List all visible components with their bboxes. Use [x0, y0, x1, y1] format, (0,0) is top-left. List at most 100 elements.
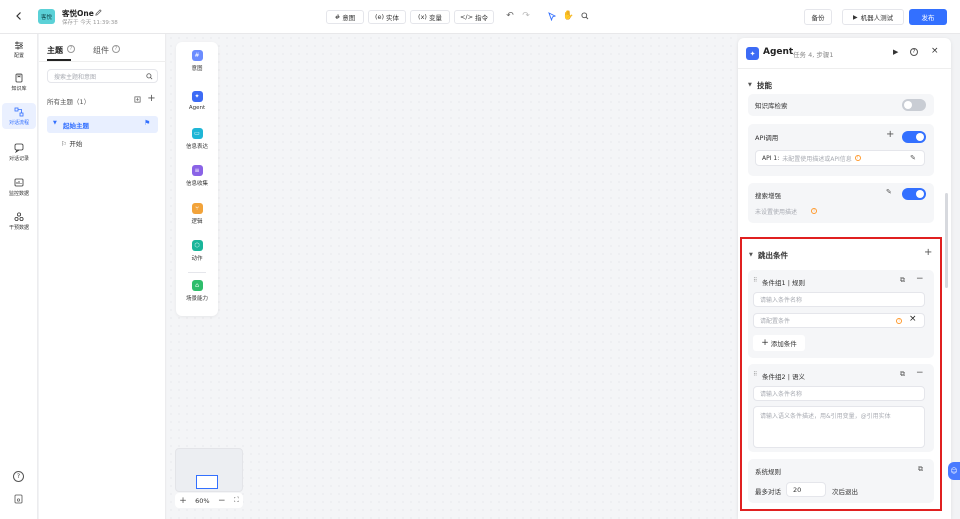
caret-down-icon[interactable]: ▼: [749, 252, 753, 258]
copy-icon[interactable]: ⧉: [900, 276, 905, 285]
add-api-icon[interactable]: +: [886, 129, 894, 140]
tool-scene[interactable]: ⌂ 场景能力: [176, 280, 218, 302]
remove-icon[interactable]: −: [916, 274, 924, 284]
tool-variable-button[interactable]: (x) 变量: [410, 10, 450, 24]
book-icon: [15, 73, 23, 83]
tool-entity-button[interactable]: (e) 实体: [368, 10, 406, 24]
top-bar: 客悦 客悦One 保存于 今天 11:39:38 # 意图 (e) 实体 (x) 变量…: [0, 0, 960, 34]
search-icon[interactable]: [580, 11, 590, 21]
nav-knowledge[interactable]: 知识库: [2, 70, 36, 94]
tool-intent-button[interactable]: # 意图: [326, 10, 364, 24]
flow-canvas[interactable]: [167, 34, 737, 519]
undo-icon[interactable]: ↶: [505, 11, 515, 21]
group1-name-input[interactable]: 请输入条件名称: [753, 292, 925, 307]
group1-config-input[interactable]: 请配置条件 ! ×: [753, 313, 925, 328]
branch-icon: ⑂: [191, 203, 203, 214]
zoom-out-icon[interactable]: −: [218, 496, 226, 506]
api1-row[interactable]: API 1: 未配置使用描述或API信息 ! ✎: [755, 150, 925, 166]
drag-handle-icon[interactable]: ⠿: [753, 371, 757, 378]
flag-icon: ⚑: [144, 119, 151, 127]
play-icon: ▶: [852, 13, 858, 21]
monitor-icon: [14, 178, 24, 187]
tool-action[interactable]: ⬡ 动作: [176, 240, 218, 262]
tab-component[interactable]: 组件: [93, 45, 109, 56]
topic-help-icon[interactable]: ?: [67, 45, 75, 53]
drag-handle-icon[interactable]: ⠿: [753, 277, 757, 284]
nav-intervene[interactable]: 干预数据: [2, 209, 36, 233]
nodes-icon: [14, 212, 24, 222]
agent-logo-icon: ✦: [746, 47, 759, 60]
zoom-in-icon[interactable]: +: [179, 496, 187, 506]
tool-info-express[interactable]: ▭ 信息表达: [176, 128, 218, 150]
fit-view-icon[interactable]: ⛶: [234, 496, 239, 505]
nav-dialog-record[interactable]: 对话记录: [2, 140, 36, 164]
add-condition-button[interactable]: + 添加条件: [753, 335, 805, 351]
search-enhance-toggle[interactable]: [902, 188, 926, 200]
topic-search-input[interactable]: 搜索主题和意图: [47, 69, 158, 83]
add-exit-icon[interactable]: +: [924, 247, 932, 258]
search-icon: [146, 73, 153, 80]
clear-icon[interactable]: ×: [909, 314, 917, 324]
remove-icon[interactable]: −: [916, 368, 924, 378]
edit-icon[interactable]: ✎: [910, 154, 916, 162]
panel-title: Agent: [763, 47, 794, 57]
back-icon[interactable]: [12, 9, 26, 23]
group2-desc-textarea[interactable]: 请输入语义条件描述，用&引用变量，@引用实体: [753, 406, 925, 448]
document-icon[interactable]: [13, 493, 24, 504]
assistant-float-icon[interactable]: ☺: [948, 462, 960, 480]
help-icon[interactable]: ?: [910, 48, 918, 56]
cursor-icon[interactable]: [547, 11, 557, 21]
copy-icon[interactable]: ⧉: [918, 465, 923, 474]
max-turns-input[interactable]: 20: [786, 482, 826, 497]
robot-test-button[interactable]: ▶ 机器人测试: [842, 9, 904, 25]
play-icon[interactable]: ▶: [893, 48, 898, 56]
scrollbar[interactable]: [945, 193, 948, 288]
nav-config[interactable]: 配置: [2, 38, 36, 62]
hand-icon[interactable]: ✋: [563, 10, 574, 21]
system-rule-card: 系统规则 ⧉ 最多对话 20 次后退出: [748, 459, 934, 503]
tool-intent[interactable]: # 意图: [176, 50, 218, 72]
tool-info-collect[interactable]: ≡ 信息收集: [176, 165, 218, 187]
nav-monitor[interactable]: 监控数据: [2, 175, 36, 199]
backup-button[interactable]: 备份: [804, 9, 832, 25]
skills-heading: 技能: [757, 81, 772, 90]
max-turns-suffix: 次后退出: [832, 488, 858, 496]
node-toolbox: # 意图 ✦ Agent ▭ 信息表达 ≡ 信息收集 ⑂ 逻辑 ⬡ 动作 ⌂ 场…: [176, 42, 218, 316]
topic-name: 起始主题: [63, 122, 89, 130]
tool-command-button[interactable]: </> 指令: [454, 10, 494, 24]
minimap[interactable]: [175, 448, 243, 492]
tab-topic[interactable]: 主题: [47, 45, 63, 56]
topic-item-start[interactable]: ▼ 起始主题 ⚑: [47, 116, 158, 133]
left-nav: 配置 知识库 对话流程 对话记录 监控数据 干预数据 ?: [0, 34, 38, 519]
import-icon[interactable]: [133, 95, 141, 103]
copy-icon[interactable]: ⧉: [900, 370, 905, 379]
component-help-icon[interactable]: ?: [112, 45, 120, 53]
tool-logic[interactable]: ⑂ 逻辑: [176, 203, 218, 225]
search-enhance-desc: 未设置使用描述: [755, 209, 798, 216]
hash-icon: #: [334, 13, 341, 21]
help-icon[interactable]: ?: [13, 471, 24, 482]
chat-icon: [14, 143, 24, 153]
toolbox-divider: [188, 272, 206, 273]
close-icon[interactable]: ×: [931, 46, 939, 56]
tool-agent[interactable]: ✦ Agent: [176, 91, 218, 111]
api-toggle[interactable]: [902, 131, 926, 143]
home-icon: ⌂: [191, 280, 203, 291]
system-rule-label: 系统规则: [755, 468, 781, 476]
caret-down-icon: ▼: [53, 120, 57, 126]
nav-dialog-flow[interactable]: 对话流程: [2, 103, 36, 129]
agent-config-panel: ✦ Agent 任务 4, 步骤1 ▶ ? × ▼ 技能 知识库检索 API调用…: [738, 38, 951, 519]
caret-down-icon[interactable]: ▼: [748, 82, 752, 88]
sub-item-start[interactable]: ⚐ 开始: [61, 138, 82, 150]
search-enhance-card: 搜索增强 ✎ 未设置使用描述 !: [748, 183, 934, 223]
redo-icon[interactable]: ↷: [521, 11, 531, 21]
edit-name-icon[interactable]: [94, 8, 102, 16]
edit-icon[interactable]: ✎: [886, 188, 892, 196]
kb-search-label: 知识库检索: [755, 102, 788, 110]
add-topic-icon[interactable]: +: [147, 93, 156, 104]
publish-button[interactable]: 发布: [909, 9, 947, 25]
group2-name-input[interactable]: 请输入条件名称: [753, 386, 925, 401]
kb-search-toggle[interactable]: [902, 99, 926, 111]
exit-conditions-section: ▼ 跳出条件 + ⠿ 条件组1 | 规则 ⧉ − 请输入条件名称 请配置条件 !…: [740, 237, 942, 511]
kb-search-card: 知识库检索: [748, 94, 934, 116]
